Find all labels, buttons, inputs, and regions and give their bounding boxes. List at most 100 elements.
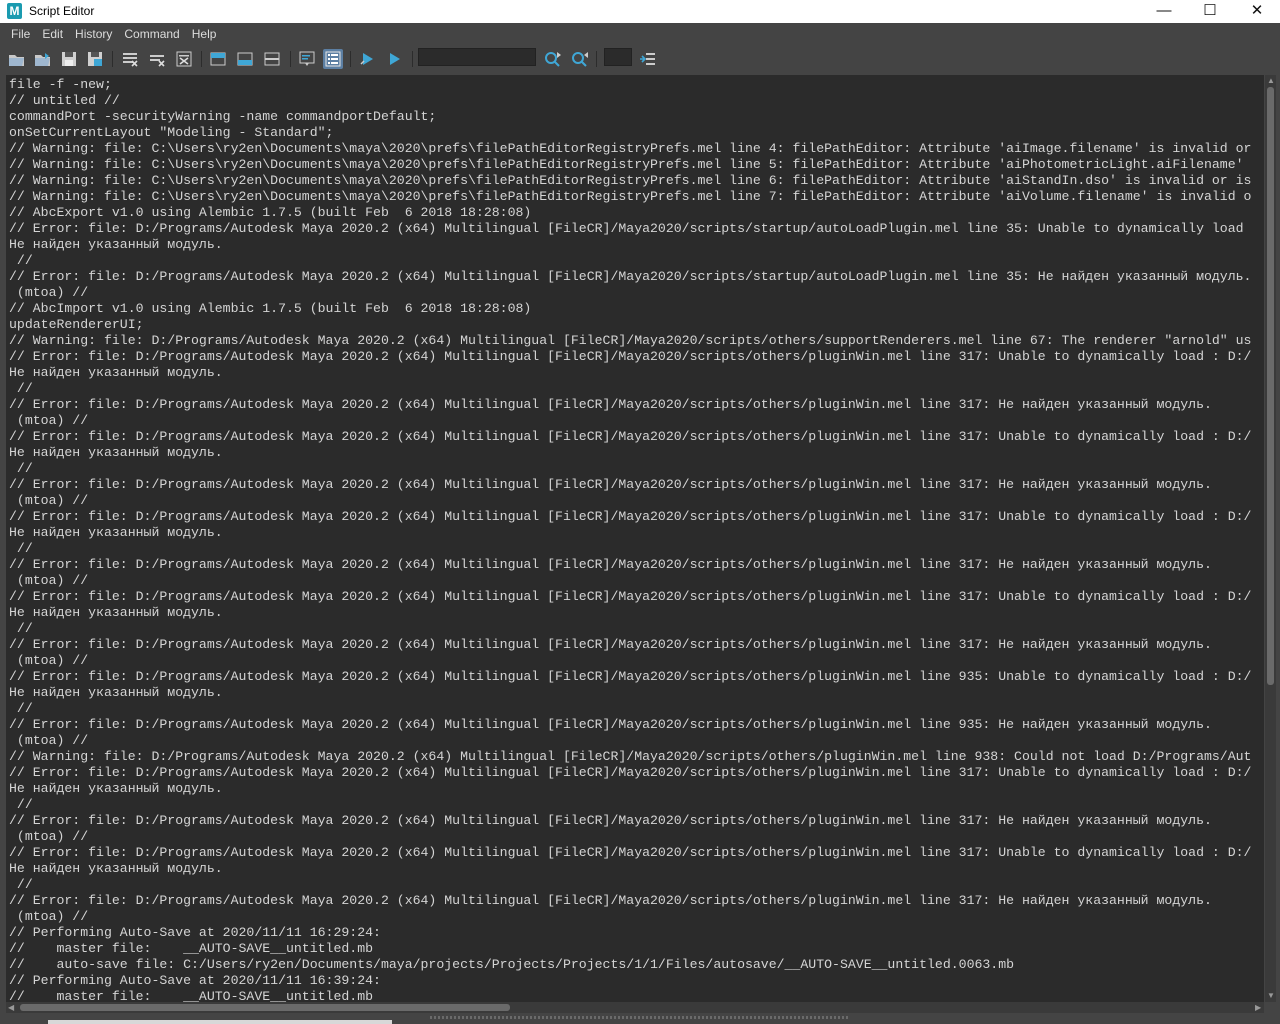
toolbar-separator [412,51,413,67]
output-line: // Error: file: D:/Programs/Autodesk May… [9,893,1212,908]
output-line: // auto-save file: C:/Users/ry2en/Docume… [9,957,1015,972]
output-line: onSetCurrentLayout "Modeling - Standard"… [9,125,334,140]
close-button[interactable]: ✕ [1234,0,1280,23]
show-line-numbers-icon[interactable] [323,49,343,69]
output-line: // master file: __AUTO-SAVE__untitled.mb [9,941,374,956]
output-line: // Warning: file: C:\Users\ry2en\Documen… [9,157,1244,172]
output-line: // Error: file: D:/Programs/Autodesk May… [9,349,1252,364]
menu-edit[interactable]: Edit [37,23,68,45]
output-line: Не найден указанный модуль. [9,237,223,252]
output-line: Не найден указанный модуль. [9,445,223,460]
execute-icon[interactable] [385,49,405,69]
output-line: (mtoa) // [9,573,89,588]
show-history-icon[interactable] [208,49,228,69]
output-line: // Warning: file: D:/Programs/Autodesk M… [9,333,1252,348]
output-line: // Error: file: D:/Programs/Autodesk May… [9,477,1212,492]
menu-file[interactable]: File [6,23,35,45]
goto-line-input[interactable] [604,48,632,66]
toolbar-separator [596,51,597,67]
output-line: // Error: file: D:/Programs/Autodesk May… [9,269,1252,284]
save-script-to-shelf-icon[interactable] [85,49,105,69]
output-line: // [9,381,33,396]
clear-input-icon[interactable] [147,49,167,69]
echo-all-commands-icon[interactable] [297,49,317,69]
output-line: // AbcImport v1.0 using Alembic 1.7.5 (b… [9,301,532,316]
minimize-button[interactable]: — [1141,0,1187,23]
save-script-icon[interactable] [59,49,79,69]
vertical-scroll-thumb[interactable] [1267,87,1274,685]
output-line: // [9,253,33,268]
scroll-up-icon[interactable]: ▲ [1267,76,1275,85]
splitter-grip[interactable] [430,1016,850,1019]
menu-history[interactable]: History [70,23,117,45]
menu-help[interactable]: Help [187,23,222,45]
output-line: // Error: file: D:/Programs/Autodesk May… [9,589,1252,604]
output-line: (mtoa) // [9,413,89,428]
output-line: Не найден указанный модуль. [9,861,223,876]
scroll-left-icon[interactable]: ◀ [8,1003,14,1012]
output-line: // [9,877,33,892]
output-line: // Error: file: D:/Programs/Autodesk May… [9,429,1252,444]
clear-all-icon[interactable] [174,49,194,69]
clear-history-icon[interactable] [120,49,140,69]
output-line: // Warning: file: C:\Users\ry2en\Documen… [9,141,1252,156]
search-backward-icon[interactable] [570,49,590,69]
output-line: // Error: file: D:/Programs/Autodesk May… [9,557,1212,572]
scroll-down-icon[interactable]: ▼ [1267,991,1275,1000]
output-line: // Error: file: D:/Programs/Autodesk May… [9,717,1212,732]
source-script-icon[interactable] [33,49,53,69]
output-line: // Warning: file: C:\Users\ry2en\Documen… [9,189,1252,204]
horizontal-scroll-thumb[interactable] [20,1004,510,1011]
toolbar-separator [350,51,351,67]
maximize-button[interactable]: ☐ [1187,0,1233,23]
output-line: (mtoa) // [9,493,89,508]
output-line: // [9,621,33,636]
search-input[interactable] [418,48,536,66]
output-line: updateRendererUI; [9,317,144,332]
output-line: (mtoa) // [9,285,89,300]
output-line: Не найден указанный модуль. [9,525,223,540]
title-bar: M Script Editor — ☐ ✕ [0,0,1280,23]
output-line: // master file: __AUTO-SAVE__untitled.mb [9,989,374,1002]
output-line: (mtoa) // [9,909,89,924]
open-script-icon[interactable] [7,49,27,69]
output-line: // Performing Auto-Save at 2020/11/11 16… [9,973,381,988]
output-text: file -f -new;// untitled //commandPort -… [9,77,1251,1002]
show-both-icon[interactable] [262,49,282,69]
output-line: // untitled // [9,93,120,108]
output-line: // Warning: file: D:/Programs/Autodesk M… [9,749,1252,764]
output-line: // Error: file: D:/Programs/Autodesk May… [9,669,1252,684]
output-line: file -f -new; [9,77,112,92]
output-line: (mtoa) // [9,653,89,668]
history-output[interactable]: file -f -new;// untitled //commandPort -… [6,75,1264,1002]
output-line: // AbcExport v1.0 using Alembic 1.7.5 (b… [9,205,532,220]
output-line: // Error: file: D:/Programs/Autodesk May… [9,765,1252,780]
output-line: Не найден указанный модуль. [9,781,223,796]
menu-command[interactable]: Command [119,23,184,45]
execute-all-icon[interactable] [358,49,378,69]
show-input-icon[interactable] [235,49,255,69]
output-line: (mtoa) // [9,829,89,844]
output-line: Не найден указанный модуль. [9,365,223,380]
output-line: // Error: file: D:/Programs/Autodesk May… [9,637,1212,652]
output-line: commandPort -securityWarning -name comma… [9,109,437,124]
output-line: // [9,541,33,556]
output-line: // Error: file: D:/Programs/Autodesk May… [9,845,1252,860]
output-line: Не найден указанный модуль. [9,685,223,700]
output-line: // Error: file: D:/Programs/Autodesk May… [9,397,1212,412]
output-line: (mtoa) // [9,733,89,748]
output-line: // [9,461,33,476]
input-tab-strip[interactable] [48,1020,392,1024]
toolbar-separator [201,51,202,67]
output-line: // [9,797,33,812]
menu-bar: File Edit History Command Help [0,23,1280,45]
output-line: // Error: file: D:/Programs/Autodesk May… [9,813,1212,828]
output-line: Не найден указанный модуль. [9,605,223,620]
maya-logo-icon: M [7,3,22,19]
search-forward-icon[interactable] [543,49,563,69]
toolbar-separator [112,51,113,67]
output-line: // [9,701,33,716]
scroll-right-icon[interactable]: ▶ [1255,1003,1261,1012]
goto-line-icon[interactable] [638,49,658,69]
output-line: // Error: file: D:/Programs/Autodesk May… [9,221,1244,236]
